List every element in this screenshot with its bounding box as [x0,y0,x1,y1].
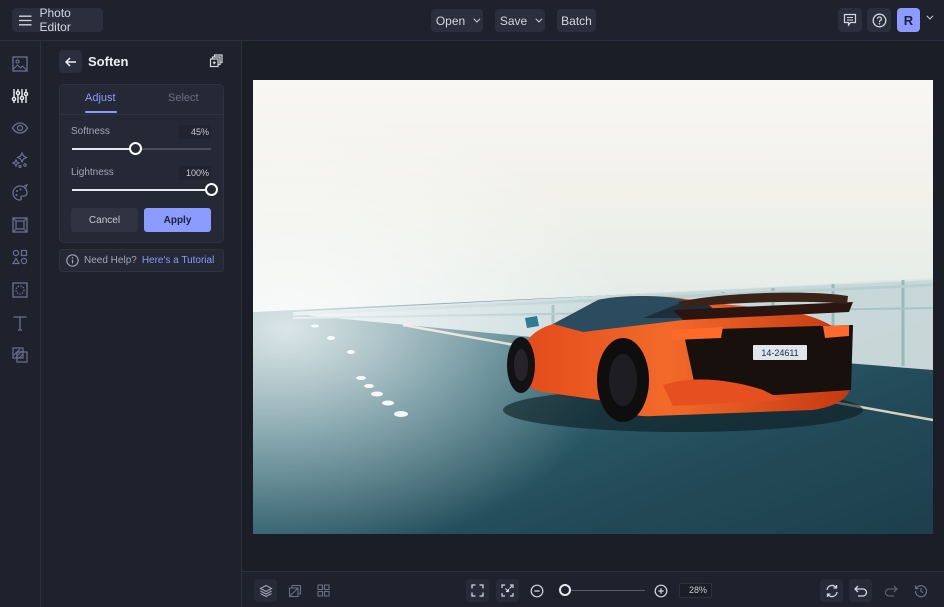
tab-adjust[interactable]: Adjust [85,92,116,104]
softness-slider-thumb[interactable] [128,142,142,155]
softness-value[interactable]: 45% [179,125,211,139]
actual-size-button[interactable] [496,579,519,602]
expand-icon [471,584,484,597]
redo-button[interactable] [879,579,902,602]
layers-icon [258,584,273,597]
bottom-toolbar: 28% [242,571,944,607]
help-box: Need Help? Here's a Tutorial [59,249,224,272]
canvas-area: 14-24611 [242,41,944,571]
texture-icon[interactable] [11,281,29,299]
help-button[interactable] [867,8,891,32]
help-text: Need Help? [84,255,137,266]
cancel-button[interactable]: Cancel [71,208,138,232]
compare-icon [288,584,301,597]
tutorial-link[interactable]: Here's a Tutorial [142,255,215,266]
zoom-in-button[interactable] [649,579,672,602]
main-menu-button[interactable]: Photo Editor [12,6,103,34]
license-plate: 14-24611 [761,348,798,358]
compare-button[interactable] [283,579,306,602]
arrow-left-icon [64,56,76,67]
shrink-icon [501,584,514,597]
zoom-out-button[interactable] [525,579,548,602]
overlay-icon[interactable] [11,346,29,364]
feedback-button[interactable] [838,8,862,32]
history-icon [914,584,927,597]
lightness-slider-thumb[interactable] [205,183,218,196]
batch-button[interactable]: Batch [557,9,596,32]
adjustments-sliders-icon[interactable] [11,87,29,105]
tab-divider [60,114,223,115]
undo-button[interactable] [849,579,872,602]
palette-icon[interactable] [11,184,29,202]
account-chevron-down-icon[interactable] [926,12,934,20]
batch-label: Batch [561,13,592,28]
user-avatar[interactable]: R [897,8,920,32]
soften-panel: Soften Adjust Select Softness 45% Lightn… [41,41,242,607]
layers-button[interactable] [254,579,277,602]
lightness-label: Lightness [71,167,114,178]
softness-label: Softness [71,126,110,137]
car-photo: 14-24611 [253,80,933,534]
shapes-graphics-icon[interactable] [11,248,29,266]
panel-title: Soften [88,54,129,69]
apply-button[interactable]: Apply [144,208,211,232]
image-icon[interactable] [11,55,29,73]
zoom-slider[interactable] [559,584,645,596]
tool-rail [0,41,41,607]
duplicate-layers-icon[interactable] [209,54,223,68]
zoom-out-icon [530,584,543,597]
text-icon[interactable] [11,314,29,332]
app-title: Photo Editor [39,6,71,34]
adjust-card: Adjust Select Softness 45% Lightness 100… [59,84,224,243]
back-button[interactable] [59,50,82,73]
redo-icon [884,585,898,597]
softness-slider[interactable] [72,142,211,155]
message-icon [843,13,857,27]
refresh-icon [825,584,838,597]
history-button[interactable] [909,579,932,602]
eye-icon[interactable] [11,119,29,137]
save-label: Save [499,13,528,28]
chevron-down-icon [473,15,481,23]
softness-slider-fill [72,148,135,150]
undo-icon [853,585,867,597]
open-label: Open [435,13,466,28]
lightness-slider-fill [72,189,211,191]
zoom-percentage[interactable]: 28% [679,583,712,598]
question-circle-icon [872,13,886,27]
zoom-slider-thumb[interactable] [559,584,572,596]
grid-view-button[interactable] [312,579,335,602]
lightness-value[interactable]: 100% [179,166,211,180]
open-button[interactable]: Open [431,9,483,32]
chevron-down-icon [535,15,543,23]
hamburger-icon [19,15,32,25]
fit-to-screen-button[interactable] [466,579,489,602]
tab-select[interactable]: Select [168,92,199,104]
zoom-in-icon [654,584,667,597]
top-bar: Photo Editor Open Save Batch R [0,0,944,41]
lightness-slider[interactable] [72,183,218,196]
frame-icon[interactable] [11,216,29,234]
sparkle-effects-icon[interactable] [11,151,29,169]
photo-canvas[interactable]: 14-24611 [253,80,933,534]
save-button[interactable]: Save [495,9,545,32]
grid-icon [317,584,330,597]
info-icon [66,254,79,267]
reset-button[interactable] [820,579,843,602]
active-tab-indicator [85,111,117,113]
